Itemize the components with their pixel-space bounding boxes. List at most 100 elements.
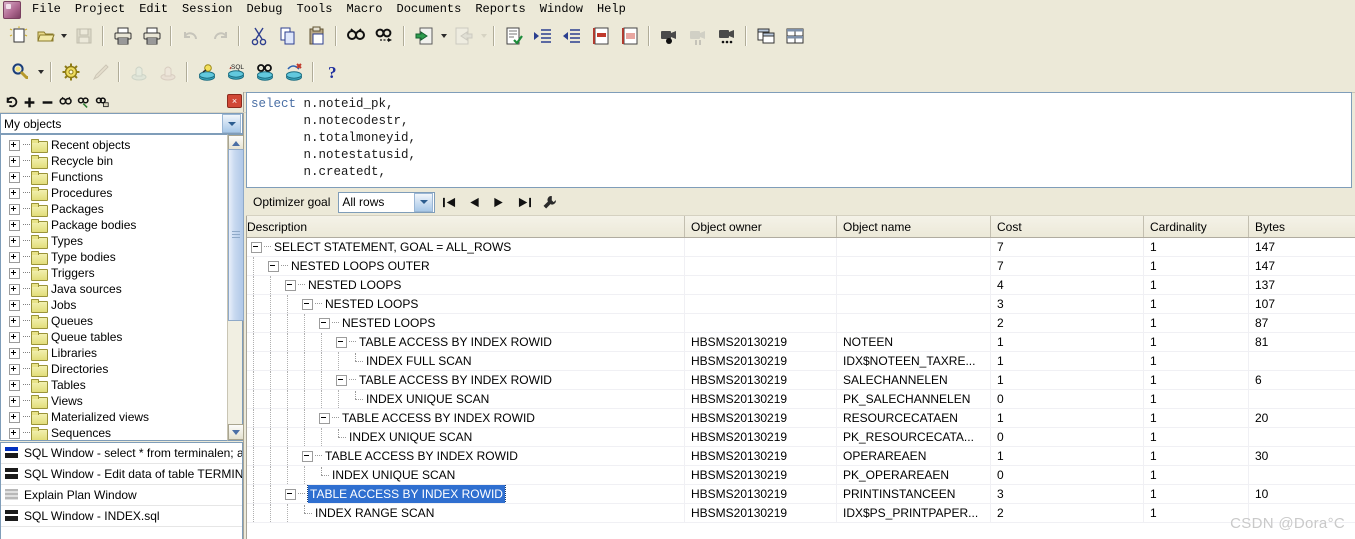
window-list-item[interactable]: SQL Window - select * from terminalen; a…: [1, 443, 242, 464]
print-preview-icon[interactable]: [138, 23, 165, 49]
chevron-down-icon[interactable]: [414, 192, 434, 212]
redo-icon[interactable]: [206, 23, 233, 49]
collapse-icon[interactable]: [319, 317, 330, 329]
plan-row-object-cell[interactable]: SALECHANNELEN: [837, 371, 991, 389]
plan-row-cardinality-cell[interactable]: 1: [1144, 257, 1249, 275]
scrollbar-thumb[interactable]: [228, 149, 244, 321]
refresh-icon[interactable]: [3, 94, 20, 111]
plan-row-description-cell[interactable]: NESTED LOOPS: [247, 295, 685, 313]
expand-icon[interactable]: [9, 267, 20, 279]
next-document-icon[interactable]: [450, 23, 477, 49]
plan-row-bytes-cell[interactable]: [1249, 390, 1355, 408]
find-icon[interactable]: [57, 94, 74, 111]
plan-row-description-cell[interactable]: NESTED LOOPS: [247, 276, 685, 294]
collapse-icon[interactable]: [336, 336, 347, 348]
tree-item[interactable]: Tables: [1, 377, 228, 393]
tree-item[interactable]: Functions: [1, 169, 228, 185]
sql-icon[interactable]: SQL: [222, 59, 249, 85]
expand-icon[interactable]: [9, 155, 20, 167]
tree-item[interactable]: Libraries: [1, 345, 228, 361]
collapse-icon[interactable]: [302, 450, 313, 462]
beautifier-icon[interactable]: [86, 59, 113, 85]
plan-row-cost-cell[interactable]: 4: [991, 276, 1144, 294]
plan-row-cardinality-cell[interactable]: 1: [1144, 447, 1249, 465]
expand-icon[interactable]: [9, 283, 20, 295]
chevron-down-icon[interactable]: [222, 114, 241, 133]
plan-row-cost-cell[interactable]: 7: [991, 257, 1144, 275]
plan-row[interactable]: NESTED LOOPS 2 1 87: [247, 314, 1355, 333]
column-header[interactable]: Bytes: [1249, 216, 1355, 237]
check-syntax-icon[interactable]: [500, 23, 527, 49]
open-windows-list[interactable]: SQL Window - select * from terminalen; a…: [0, 442, 243, 539]
plan-row-cardinality-cell[interactable]: 1: [1144, 466, 1249, 484]
plan-row-owner-cell[interactable]: [685, 276, 837, 294]
expand-icon[interactable]: [9, 379, 20, 391]
optimizer-goal-select[interactable]: All rows: [338, 191, 436, 213]
plan-row-owner-cell[interactable]: [685, 257, 837, 275]
plan-row-object-cell[interactable]: PK_RESOURCECATA...: [837, 428, 991, 446]
menu-item-window[interactable]: Window: [533, 0, 590, 19]
sql-editor[interactable]: select n.noteid_pk, n.notecodestr, n.tot…: [246, 92, 1352, 188]
plan-row-owner-cell[interactable]: HBSMS20130219: [685, 428, 837, 446]
plan-row-owner-cell[interactable]: HBSMS20130219: [685, 390, 837, 408]
print-icon[interactable]: [109, 23, 136, 49]
collapse-icon[interactable]: [251, 241, 262, 253]
plan-row-owner-cell[interactable]: HBSMS20130219: [685, 466, 837, 484]
plan-row-cost-cell[interactable]: 2: [991, 314, 1144, 332]
window-list-item[interactable]: Explain Plan Window: [1, 485, 242, 506]
indent-icon[interactable]: [529, 23, 556, 49]
plan-row-cost-cell[interactable]: 7: [991, 238, 1144, 256]
expand-icon[interactable]: [9, 219, 20, 231]
expand-icon[interactable]: [9, 347, 20, 359]
lock-filter-icon[interactable]: [93, 94, 110, 111]
plan-row-cardinality-cell[interactable]: 1: [1144, 238, 1249, 256]
remove-icon[interactable]: [39, 94, 56, 111]
tree-item[interactable]: Type bodies: [1, 249, 228, 265]
plan-row-bytes-cell[interactable]: 10: [1249, 485, 1355, 503]
record-macro-icon[interactable]: [655, 23, 682, 49]
plan-row-bytes-cell[interactable]: [1249, 466, 1355, 484]
plan-row-object-cell[interactable]: PRINTINSTANCEEN: [837, 485, 991, 503]
expand-icon[interactable]: [9, 315, 20, 327]
tree-item[interactable]: Types: [1, 233, 228, 249]
play-macro-icon[interactable]: [713, 23, 740, 49]
plan-row-bytes-cell[interactable]: 137: [1249, 276, 1355, 294]
plan-row-owner-cell[interactable]: HBSMS20130219: [685, 504, 837, 522]
plan-row[interactable]: TABLE ACCESS BY INDEX ROWID HBSMS20130219…: [247, 409, 1355, 428]
plan-row-description-cell[interactable]: TABLE ACCESS BY INDEX ROWID: [247, 333, 685, 351]
help-icon[interactable]: ?: [319, 59, 346, 85]
close-icon[interactable]: ×: [227, 94, 242, 108]
pause-macro-icon[interactable]: [684, 23, 711, 49]
plan-row-object-cell[interactable]: NOTEEN: [837, 333, 991, 351]
tree-item[interactable]: Queue tables: [1, 329, 228, 345]
previous-document-icon[interactable]: [410, 23, 437, 49]
menu-item-help[interactable]: Help: [590, 0, 633, 19]
tile-windows-icon[interactable]: [781, 23, 808, 49]
plan-row-cardinality-cell[interactable]: 1: [1144, 504, 1249, 522]
tree-item[interactable]: Packages: [1, 201, 228, 217]
plan-row-owner-cell[interactable]: HBSMS20130219: [685, 409, 837, 427]
plan-row-object-cell[interactable]: [837, 238, 991, 256]
tree-item[interactable]: Materialized views: [1, 409, 228, 425]
plan-row-owner-cell[interactable]: [685, 314, 837, 332]
plan-row-owner-cell[interactable]: HBSMS20130219: [685, 447, 837, 465]
column-header[interactable]: Object name: [837, 216, 991, 237]
plan-row-cost-cell[interactable]: 1: [991, 352, 1144, 370]
plan-row-bytes-cell[interactable]: 147: [1249, 238, 1355, 256]
last-record-button[interactable]: [513, 192, 535, 212]
plan-row-object-cell[interactable]: PK_OPERAREAEN: [837, 466, 991, 484]
plan-row[interactable]: INDEX RANGE SCAN HBSMS20130219 IDX$PS_PRIN…: [247, 504, 1355, 523]
open-icon[interactable]: [34, 23, 57, 49]
plan-row-cost-cell[interactable]: 1: [991, 333, 1144, 351]
window-list-item[interactable]: SQL Window - Edit data of table TERMINAL…: [1, 464, 242, 485]
kill-session-icon[interactable]: [280, 59, 307, 85]
tree-item[interactable]: Package bodies: [1, 217, 228, 233]
paste-icon[interactable]: [303, 23, 330, 49]
collapse-icon[interactable]: [285, 488, 296, 500]
plan-row-cost-cell[interactable]: 0: [991, 428, 1144, 446]
plan-row-description-cell[interactable]: SELECT STATEMENT, GOAL = ALL_ROWS: [247, 238, 685, 256]
plan-row-cost-cell[interactable]: 2: [991, 504, 1144, 522]
plan-row-object-cell[interactable]: [837, 314, 991, 332]
plan-row-owner-cell[interactable]: HBSMS20130219: [685, 485, 837, 503]
plan-row-bytes-cell[interactable]: 20: [1249, 409, 1355, 427]
